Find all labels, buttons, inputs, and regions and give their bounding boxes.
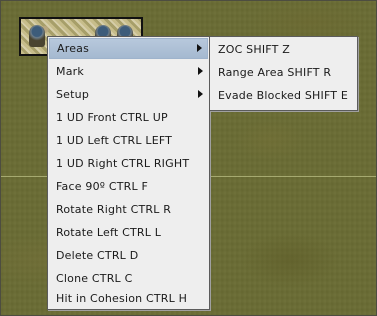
submenu-item-zoc[interactable]: ZOC SHIFT Z <box>211 39 356 60</box>
menu-item-label: 1 UD Left CTRL LEFT <box>56 134 173 147</box>
menu-item-ud-front[interactable]: 1 UD Front CTRL UP <box>49 107 208 128</box>
menu-item-hit-in-cohesion[interactable]: Hit in Cohesion CTRL H <box>49 288 208 309</box>
areas-submenu: ZOC SHIFT Z Range Area SHIFT R Evade Blo… <box>209 36 358 111</box>
menu-item-rotate-left[interactable]: Rotate Left CTRL L <box>49 222 208 243</box>
menu-item-label: Setup <box>56 88 90 101</box>
submenu-item-label: Evade Blocked SHIFT E <box>218 89 349 102</box>
menu-item-rotate-right[interactable]: Rotate Right CTRL R <box>49 199 208 220</box>
submenu-item-evade-blocked[interactable]: Evade Blocked SHIFT E <box>211 85 356 106</box>
menu-item-setup[interactable]: Setup <box>49 84 208 105</box>
submenu-arrow-icon <box>197 44 202 52</box>
submenu-arrow-icon <box>198 90 203 98</box>
menu-item-face-90[interactable]: Face 90º CTRL F <box>49 176 208 197</box>
submenu-item-label: ZOC SHIFT Z <box>218 43 290 56</box>
menu-item-label: 1 UD Front CTRL UP <box>56 111 168 124</box>
menu-item-label: Face 90º CTRL F <box>56 180 149 193</box>
menu-item-label: Areas <box>57 42 90 55</box>
menu-item-label: Clone CTRL C <box>56 272 133 285</box>
menu-item-label: Rotate Left CTRL L <box>56 226 162 239</box>
menu-item-label: Mark <box>56 65 84 78</box>
menu-item-clone[interactable]: Clone CTRL C <box>49 268 208 289</box>
menu-item-label: Hit in Cohesion CTRL H <box>56 292 188 305</box>
submenu-item-range-area[interactable]: Range Area SHIFT R <box>211 62 356 83</box>
menu-item-mark[interactable]: Mark <box>49 61 208 82</box>
menu-item-label: Delete CTRL D <box>56 249 139 262</box>
menu-item-label: 1 UD Right CTRL RIGHT <box>56 157 190 170</box>
submenu-item-label: Range Area SHIFT R <box>218 66 332 79</box>
context-menu: Areas Mark Setup 1 UD Front CTRL UP 1 UD… <box>47 36 210 310</box>
menu-item-delete[interactable]: Delete CTRL D <box>49 245 208 266</box>
soldier-figure-icon <box>29 25 45 47</box>
menu-item-ud-right[interactable]: 1 UD Right CTRL RIGHT <box>49 153 208 174</box>
menu-item-label: Rotate Right CTRL R <box>56 203 172 216</box>
submenu-arrow-icon <box>198 67 203 75</box>
menu-item-areas[interactable]: Areas <box>49 38 208 59</box>
menu-item-ud-left[interactable]: 1 UD Left CTRL LEFT <box>49 130 208 151</box>
